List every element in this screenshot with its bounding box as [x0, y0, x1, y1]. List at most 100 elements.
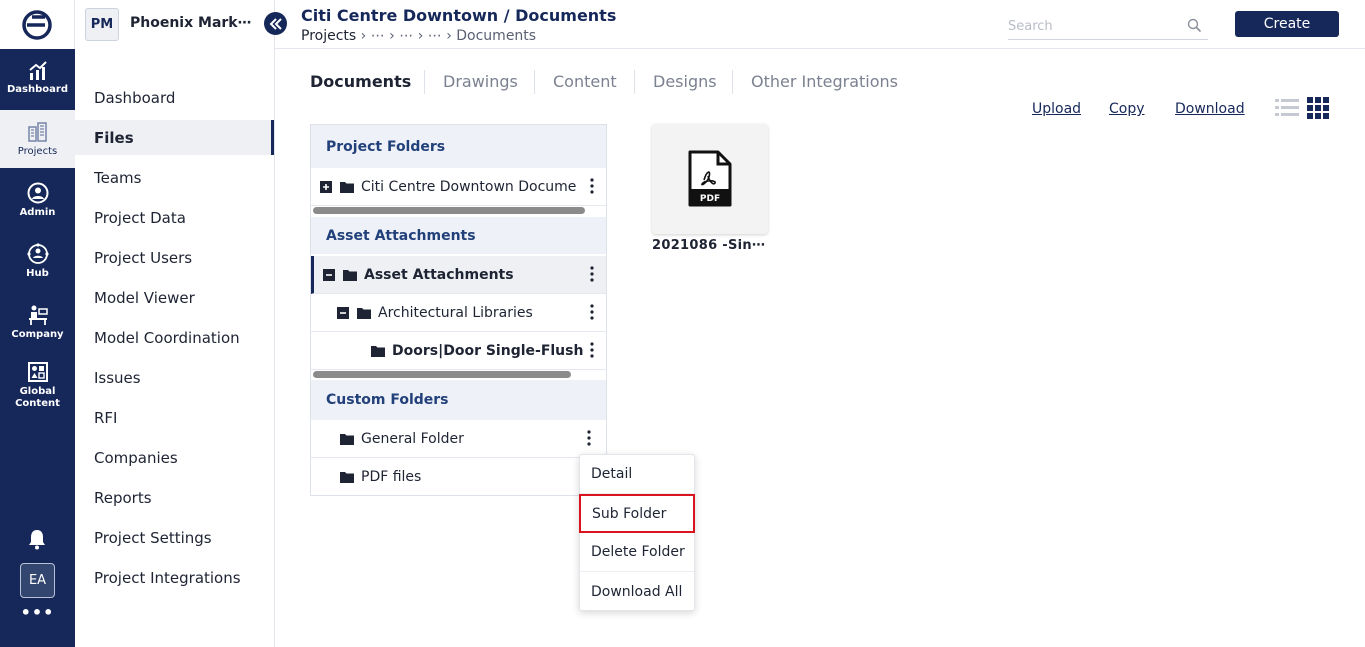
folder-row-asset-attachments[interactable]: Asset Attachments — [311, 256, 606, 294]
folder-icon — [357, 307, 371, 319]
folder-icon — [371, 345, 385, 357]
tab-divider — [732, 70, 733, 94]
breadcrumb-projects[interactable]: Projects — [301, 28, 356, 44]
nav-item-project-data[interactable]: Project Data — [75, 200, 274, 235]
copy-link[interactable]: Copy — [1109, 101, 1145, 117]
breadcrumb-sep: › — [389, 28, 400, 44]
collapse-icon[interactable] — [337, 306, 349, 319]
rail-label-global-content: Global Content — [15, 385, 60, 409]
app-logo[interactable] — [0, 0, 75, 49]
rail-item-global-content[interactable]: Global Content — [0, 354, 75, 416]
download-link[interactable]: Download — [1175, 101, 1245, 117]
more-options-icon[interactable] — [590, 304, 594, 320]
breadcrumb-sep: › — [360, 28, 371, 44]
breadcrumb-collapsed[interactable]: ⋯ — [399, 28, 413, 44]
breadcrumb-collapsed[interactable]: ⋯ — [371, 28, 385, 44]
page-header: Citi Centre Downtown / Documents Project… — [275, 0, 1365, 49]
tab-drawings[interactable]: Drawings — [443, 72, 518, 91]
rail-label-dashboard: Dashboard — [7, 83, 68, 95]
rail-label-company: Company — [11, 328, 64, 340]
create-button[interactable]: Create — [1235, 11, 1339, 37]
custom-folders-header: Custom Folders — [311, 380, 606, 420]
menu-item-detail[interactable]: Detail — [580, 455, 694, 494]
project-sidebar: PM Phoenix Mark⋯ Dashboard Files Teams P… — [75, 0, 275, 647]
breadcrumb: Projects › ⋯ › ⋯ › ⋯ › Documents — [301, 28, 536, 44]
more-options-icon[interactable] — [587, 430, 591, 446]
nav-item-reports[interactable]: Reports — [75, 480, 274, 515]
admin-user-icon — [27, 182, 48, 203]
project-name[interactable]: Phoenix Mark⋯ — [130, 15, 252, 31]
nav-item-project-integrations[interactable]: Project Integrations — [75, 560, 274, 595]
menu-item-download-all[interactable]: Download All — [580, 572, 694, 611]
projects-building-icon — [27, 121, 47, 142]
nav-item-files[interactable]: Files — [75, 120, 274, 155]
nav-item-dashboard[interactable]: Dashboard — [75, 80, 274, 115]
folder-label: General Folder — [361, 430, 464, 447]
folder-icon — [340, 471, 354, 483]
tab-divider — [634, 70, 635, 94]
user-avatar[interactable]: EA — [20, 563, 55, 598]
folder-row-architectural-libraries[interactable]: Architectural Libraries — [311, 294, 606, 332]
nav-item-project-users[interactable]: Project Users — [75, 240, 274, 275]
more-menu-button[interactable]: ••• — [0, 603, 75, 622]
nav-item-model-coordination[interactable]: Model Coordination — [75, 320, 274, 355]
nav-item-project-settings[interactable]: Project Settings — [75, 520, 274, 555]
more-options-icon[interactable] — [590, 178, 594, 194]
tab-designs[interactable]: Designs — [653, 72, 717, 91]
notifications-button[interactable] — [26, 528, 48, 554]
nav-item-model-viewer[interactable]: Model Viewer — [75, 280, 274, 315]
tab-divider — [534, 70, 535, 94]
breadcrumb-collapsed[interactable]: ⋯ — [428, 28, 442, 44]
expand-icon[interactable] — [320, 180, 332, 193]
more-options-icon[interactable] — [590, 266, 594, 282]
rail-item-company[interactable]: Company — [0, 293, 75, 351]
global-content-icon — [27, 361, 48, 382]
nav-item-rfi[interactable]: RFI — [75, 400, 274, 435]
rail-item-projects[interactable]: Projects — [0, 110, 75, 168]
folder-label: PDF files — [361, 469, 422, 485]
grid-view-icon[interactable] — [1307, 97, 1331, 119]
rail-label-hub: Hub — [26, 267, 49, 279]
menu-item-sub-folder[interactable]: Sub Folder — [579, 494, 695, 533]
more-options-icon[interactable] — [590, 342, 594, 358]
file-name[interactable]: 2021086 -Sin⋯ — [652, 238, 765, 253]
folder-row-general-folder[interactable]: General Folder — [311, 420, 606, 458]
page-title: Citi Centre Downtown / Documents — [301, 6, 617, 25]
nav-item-companies[interactable]: Companies — [75, 440, 274, 475]
folder-row-doors-door-single-flush[interactable]: Doors|Door Single-Flush — [311, 332, 606, 370]
rail-item-admin[interactable]: Admin — [0, 171, 75, 229]
tab-content[interactable]: Content — [553, 72, 617, 91]
nav-item-teams[interactable]: Teams — [75, 160, 274, 195]
bell-icon — [29, 530, 45, 550]
folder-label: Architectural Libraries — [378, 304, 533, 321]
pdf-type-label: PDF — [700, 194, 720, 204]
app-root: Dashboard Projects Admin Hub Company Glo… — [0, 0, 1365, 647]
folder-label: Asset Attachments — [364, 266, 514, 283]
collapse-icon[interactable] — [323, 268, 335, 281]
horizontal-scrollbar[interactable] — [313, 371, 571, 378]
nav-item-issues[interactable]: Issues — [75, 360, 274, 395]
folder-icon — [340, 433, 354, 445]
search-input[interactable] — [1008, 14, 1178, 38]
hub-network-icon — [26, 242, 49, 264]
menu-item-delete-folder[interactable]: Delete Folder — [580, 533, 694, 572]
folder-context-menu: Detail Sub Folder Delete Folder Download… — [579, 454, 695, 611]
folder-row-pdf-files[interactable]: PDF files — [311, 458, 606, 496]
folder-row-citi-centre[interactable]: Citi Centre Downtown Docume — [311, 168, 606, 206]
project-badge[interactable]: PM — [85, 8, 119, 41]
project-header: PM Phoenix Mark⋯ — [75, 0, 275, 49]
tab-documents[interactable]: Documents — [310, 72, 411, 91]
folder-tree: Project Folders Citi Centre Downtown Doc… — [310, 124, 607, 496]
upload-link[interactable]: Upload — [1032, 101, 1081, 117]
global-rail: Dashboard Projects Admin Hub Company Glo… — [0, 0, 75, 647]
tab-other-integrations[interactable]: Other Integrations — [751, 72, 898, 91]
breadcrumb-current: Documents — [456, 28, 537, 44]
horizontal-scrollbar[interactable] — [313, 207, 585, 214]
list-view-icon[interactable] — [1275, 97, 1299, 119]
rail-item-hub[interactable]: Hub — [0, 232, 75, 290]
file-thumbnail[interactable]: PDF — [652, 124, 768, 234]
folder-icon — [340, 181, 354, 193]
search-icon[interactable] — [1187, 18, 1202, 33]
rail-item-dashboard[interactable]: Dashboard — [0, 49, 75, 107]
collapse-sidebar-button[interactable] — [264, 12, 287, 35]
